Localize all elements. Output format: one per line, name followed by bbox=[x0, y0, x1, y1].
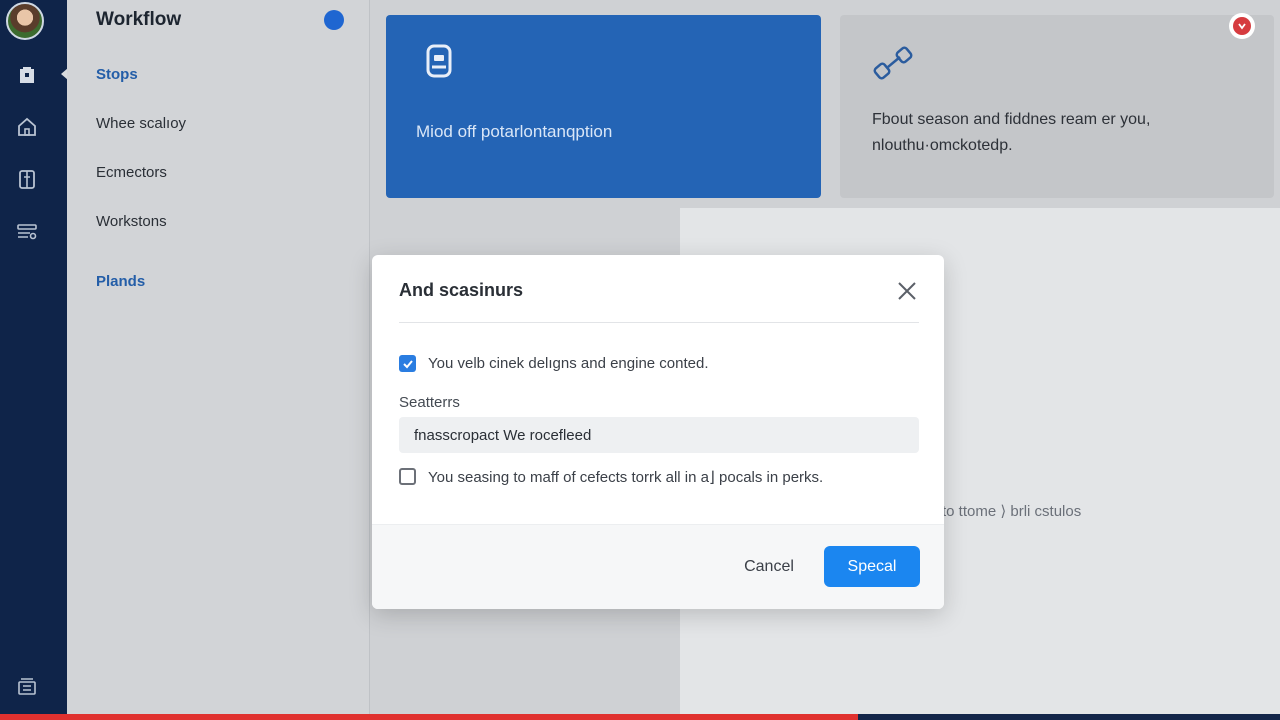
feature-card-primary[interactable]: Miod off potarlontanqption bbox=[386, 15, 821, 198]
dialog-footer: Cancel Specal bbox=[372, 524, 944, 609]
feature-card-secondary[interactable]: Fbout season and fiddnes ream er you, nl… bbox=[840, 15, 1274, 198]
dialog-title: And scasinurs bbox=[399, 280, 524, 300]
sidebar-item-stops[interactable]: Stops bbox=[96, 66, 138, 83]
avatar[interactable] bbox=[6, 2, 44, 40]
close-icon[interactable] bbox=[895, 279, 919, 303]
settings-dialog: And scasinurs You velb cinek delıgns and… bbox=[372, 255, 944, 609]
progress-bar bbox=[0, 714, 1280, 720]
sidebar-item-plands[interactable]: Plands bbox=[96, 273, 145, 290]
icon-rail bbox=[0, 0, 68, 720]
option-label-2: You seasing to maff of cefects torrk all… bbox=[428, 469, 824, 486]
sidebar-item-workstons[interactable]: Workstons bbox=[96, 213, 167, 230]
sidebar-title: Workflow bbox=[96, 9, 182, 30]
cancel-button[interactable]: Cancel bbox=[732, 547, 806, 587]
sidebar-item-whee[interactable]: Whee scalıoy bbox=[96, 115, 186, 132]
archive-icon[interactable] bbox=[14, 673, 40, 699]
book-icon[interactable] bbox=[14, 166, 40, 192]
settings-input[interactable] bbox=[399, 417, 919, 453]
card-secondary-text: Fbout season and fiddnes ream er you, nl… bbox=[872, 111, 1151, 154]
option-checkbox-1[interactable] bbox=[399, 355, 416, 372]
dialog-divider bbox=[399, 322, 919, 323]
alert-icon bbox=[1233, 17, 1251, 35]
primary-button[interactable]: Specal bbox=[824, 546, 920, 587]
list-icon[interactable] bbox=[14, 219, 40, 245]
option-label-1: You velb cinek delıgns and engine conted… bbox=[428, 355, 709, 372]
sidebar-item-ecmectors[interactable]: Ecmectors bbox=[96, 164, 167, 181]
progress-fill bbox=[0, 714, 858, 720]
alert-badge[interactable] bbox=[1229, 13, 1255, 39]
card-primary-text: Miod off potarlontanqption bbox=[416, 122, 613, 141]
field-label: Seatterrs bbox=[399, 394, 460, 411]
device-icon bbox=[424, 43, 456, 84]
sidebar: Workflow Stops Whee scalıoy Ecmectors Wo… bbox=[67, 0, 370, 720]
panel-breadcrumb-text: to ttome ⟩ brli cstulos bbox=[942, 503, 1082, 520]
home-icon[interactable] bbox=[14, 114, 40, 140]
option-checkbox-2[interactable] bbox=[399, 468, 416, 485]
status-dot[interactable] bbox=[324, 10, 344, 30]
link-icon bbox=[872, 43, 916, 88]
briefcase-icon[interactable] bbox=[14, 62, 40, 88]
